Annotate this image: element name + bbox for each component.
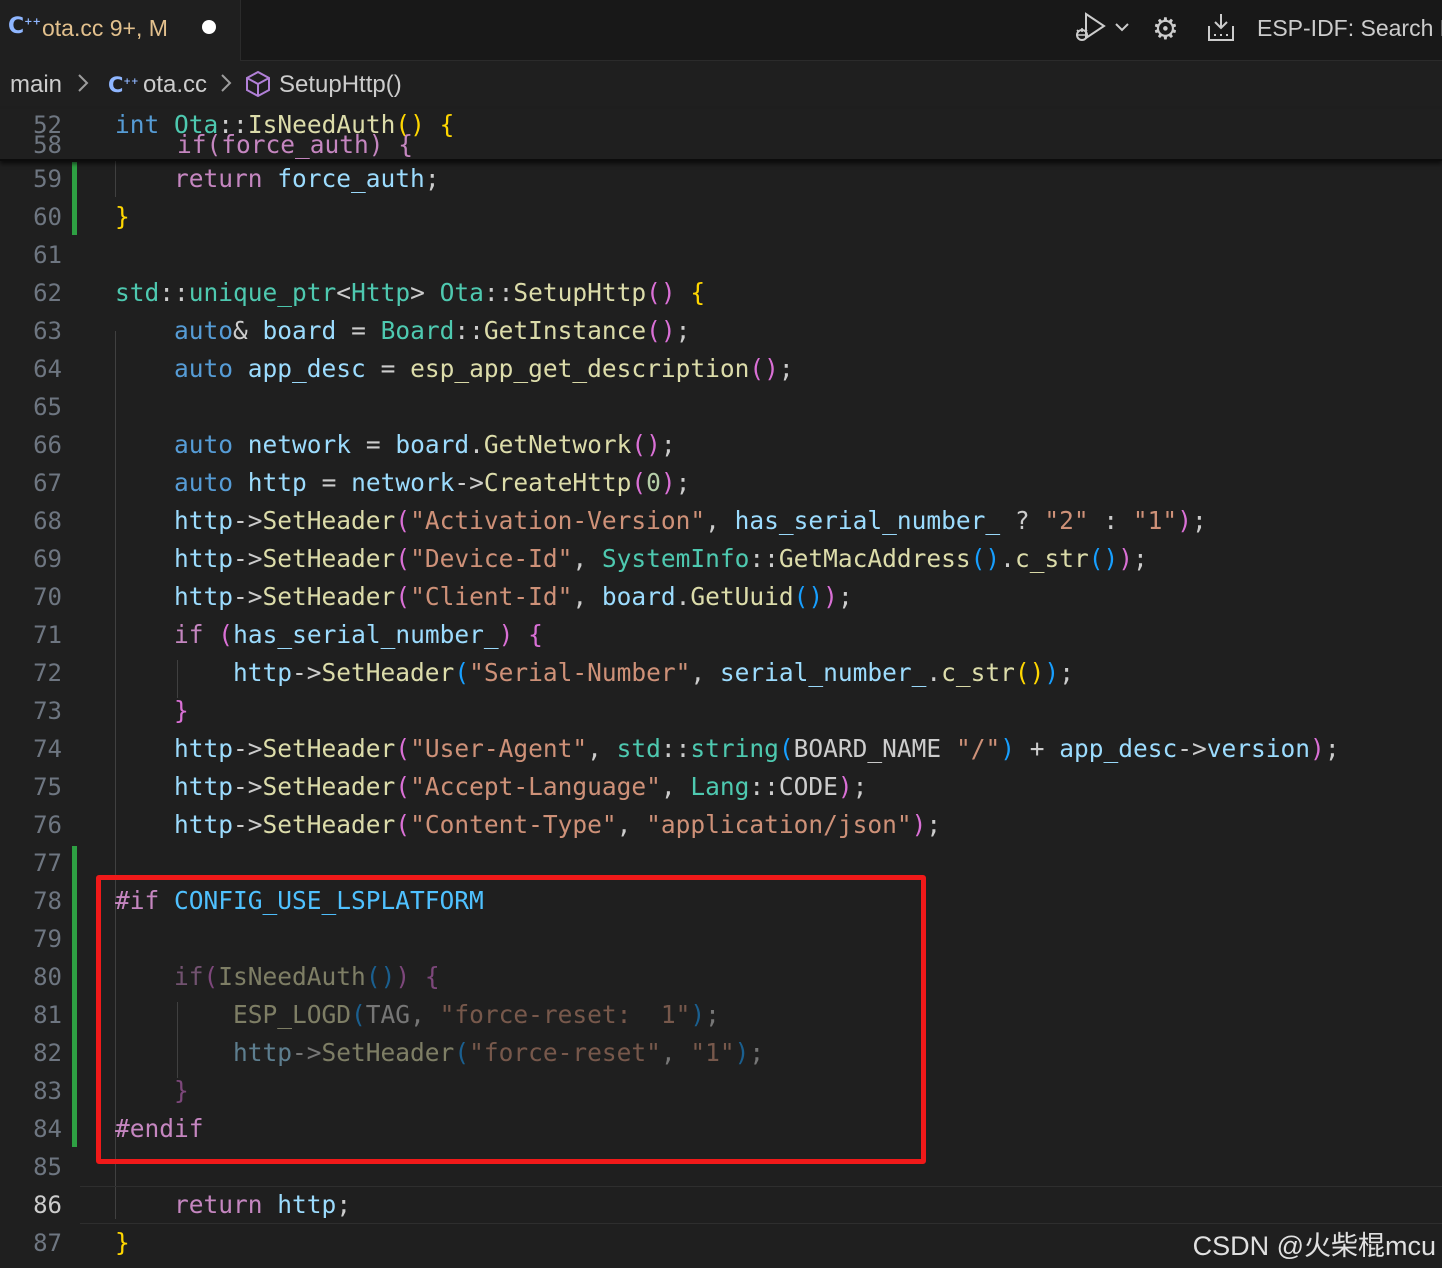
gear-icon[interactable]: ⚙ [1152,12,1179,47]
code-row[interactable]: 70 http->SetHeader("Client-Id", board.Ge… [0,578,1442,616]
editor-tab-ota-cc[interactable]: C++ ota.cc 9+, M [0,0,241,61]
code-row[interactable]: 76 http->SetHeader("Content-Type", "appl… [0,806,1442,844]
code-line-partial: if(force_auth) { [177,130,414,159]
code-line: return force_auth; [174,164,440,193]
tab-label: ota.cc 9+, M [42,15,168,41]
line-number: 80 [33,963,62,991]
run-debug-icon[interactable] [1072,10,1108,44]
line-number: 86 [33,1191,62,1219]
code-row[interactable]: 69 http->SetHeader("Device-Id", SystemIn… [0,540,1442,578]
code-row[interactable]: 60} [0,198,1442,236]
code-line: http->SetHeader("User-Agent", std::strin… [174,734,1340,763]
line-number: 70 [33,583,62,611]
unsaved-dot-icon[interactable] [202,20,216,34]
code-row[interactable]: 66 auto network = board.GetNetwork(); [0,426,1442,464]
line-number: 74 [33,735,62,763]
line-number: 72 [33,659,62,687]
code-line: } [115,1228,130,1257]
line-number: 66 [33,431,62,459]
line-number: 85 [33,1153,62,1181]
line-number: 69 [33,545,62,573]
code-line: if (has_serial_number_) { [174,620,543,649]
chevron-right-icon [219,72,233,101]
watermark: CSDN @火柴棍mcu [1192,1231,1436,1261]
code-row[interactable]: 65 [0,388,1442,426]
sticky-scroll-header[interactable]: 52 int Ota::IsNeedAuth() { 58 if(force_a… [0,109,1442,161]
code-line: http->SetHeader("Accept-Language", Lang:… [174,772,868,801]
code-line: http->SetHeader("Device-Id", SystemInfo:… [174,544,1148,573]
tab-bar: C++ ota.cc 9+, M ⚙ ESP-IDF: Search Err [0,0,1442,61]
line-number: 62 [33,279,62,307]
line-number: 84 [33,1115,62,1143]
line-number: 67 [33,469,62,497]
code-row[interactable]: 61 [0,236,1442,274]
code-row[interactable]: 75 http->SetHeader("Accept-Language", La… [0,768,1442,806]
code-row[interactable]: 59 return force_auth; [0,160,1442,198]
line-number: 73 [33,697,62,725]
line-number: 87 [33,1229,62,1257]
cpp-file-icon: C++ [8,14,41,39]
code-row[interactable]: 72 http->SetHeader("Serial-Number", seri… [0,654,1442,692]
highlight-annotation-box [96,875,926,1164]
chevron-down-icon[interactable] [1114,18,1130,37]
current-line-highlight [80,1186,1442,1224]
method-cube-icon [244,69,272,99]
line-number: 65 [33,393,62,421]
code-row[interactable]: 64 auto app_desc = esp_app_get_descripti… [0,350,1442,388]
line-number: 71 [33,621,62,649]
code-line: http->SetHeader("Content-Type", "applica… [174,810,942,839]
breadcrumb-file[interactable]: ota.cc [143,71,207,99]
code-line: std::unique_ptr<Http> Ota::SetupHttp() { [115,278,706,307]
cpp-file-icon: C++ [108,73,139,97]
code-row[interactable]: 68 http->SetHeader("Activation-Version",… [0,502,1442,540]
line-number: 60 [33,203,62,231]
espidf-search-errors-button[interactable]: ESP-IDF: Search Err [1257,15,1442,42]
code-line: auto network = board.GetNetwork(); [174,430,676,459]
line-number: 68 [33,507,62,535]
line-number: 61 [33,241,62,269]
code-row[interactable]: 62 std::unique_ptr<Http> Ota::SetupHttp()… [0,274,1442,312]
line-number: 79 [33,925,62,953]
code-line: http->SetHeader("Activation-Version", ha… [174,506,1207,535]
code-line: auto http = network->CreateHttp(0); [174,468,691,497]
code-row[interactable]: 63 auto& board = Board::GetInstance(); [0,312,1442,350]
code-line: auto& board = Board::GetInstance(); [174,316,691,345]
code-line: } [174,696,189,725]
breadcrumb-symbol[interactable]: SetupHttp() [279,71,402,99]
code-line: auto app_desc = esp_app_get_description(… [174,354,794,383]
line-number: 77 [33,849,62,877]
line-number: 75 [33,773,62,801]
code-row[interactable]: 71 if (has_serial_number_) { [0,616,1442,654]
line-number: 81 [33,1001,62,1029]
line-number: 82 [33,1039,62,1067]
line-number: 63 [33,317,62,345]
line-number: 83 [33,1077,62,1105]
code-line: http->SetHeader("Client-Id", board.GetUu… [174,582,853,611]
code-line: http->SetHeader("Serial-Number", serial_… [233,658,1074,687]
code-row[interactable]: 73 } [0,692,1442,730]
chevron-right-icon [76,72,90,101]
code-row[interactable]: 74 http->SetHeader("User-Agent", std::st… [0,730,1442,768]
line-number-partial: 58 [33,131,62,159]
code-row[interactable]: 67 auto http = network->CreateHttp(0); [0,464,1442,502]
line-number: 59 [33,165,62,193]
flash-device-icon[interactable] [1205,12,1237,44]
line-number: 78 [33,887,62,915]
breadcrumb-folder[interactable]: main [10,71,62,99]
code-line: } [115,202,130,231]
breadcrumb: main C++ ota.cc SetupHttp() [0,61,1442,109]
line-number: 76 [33,811,62,839]
line-number: 64 [33,355,62,383]
